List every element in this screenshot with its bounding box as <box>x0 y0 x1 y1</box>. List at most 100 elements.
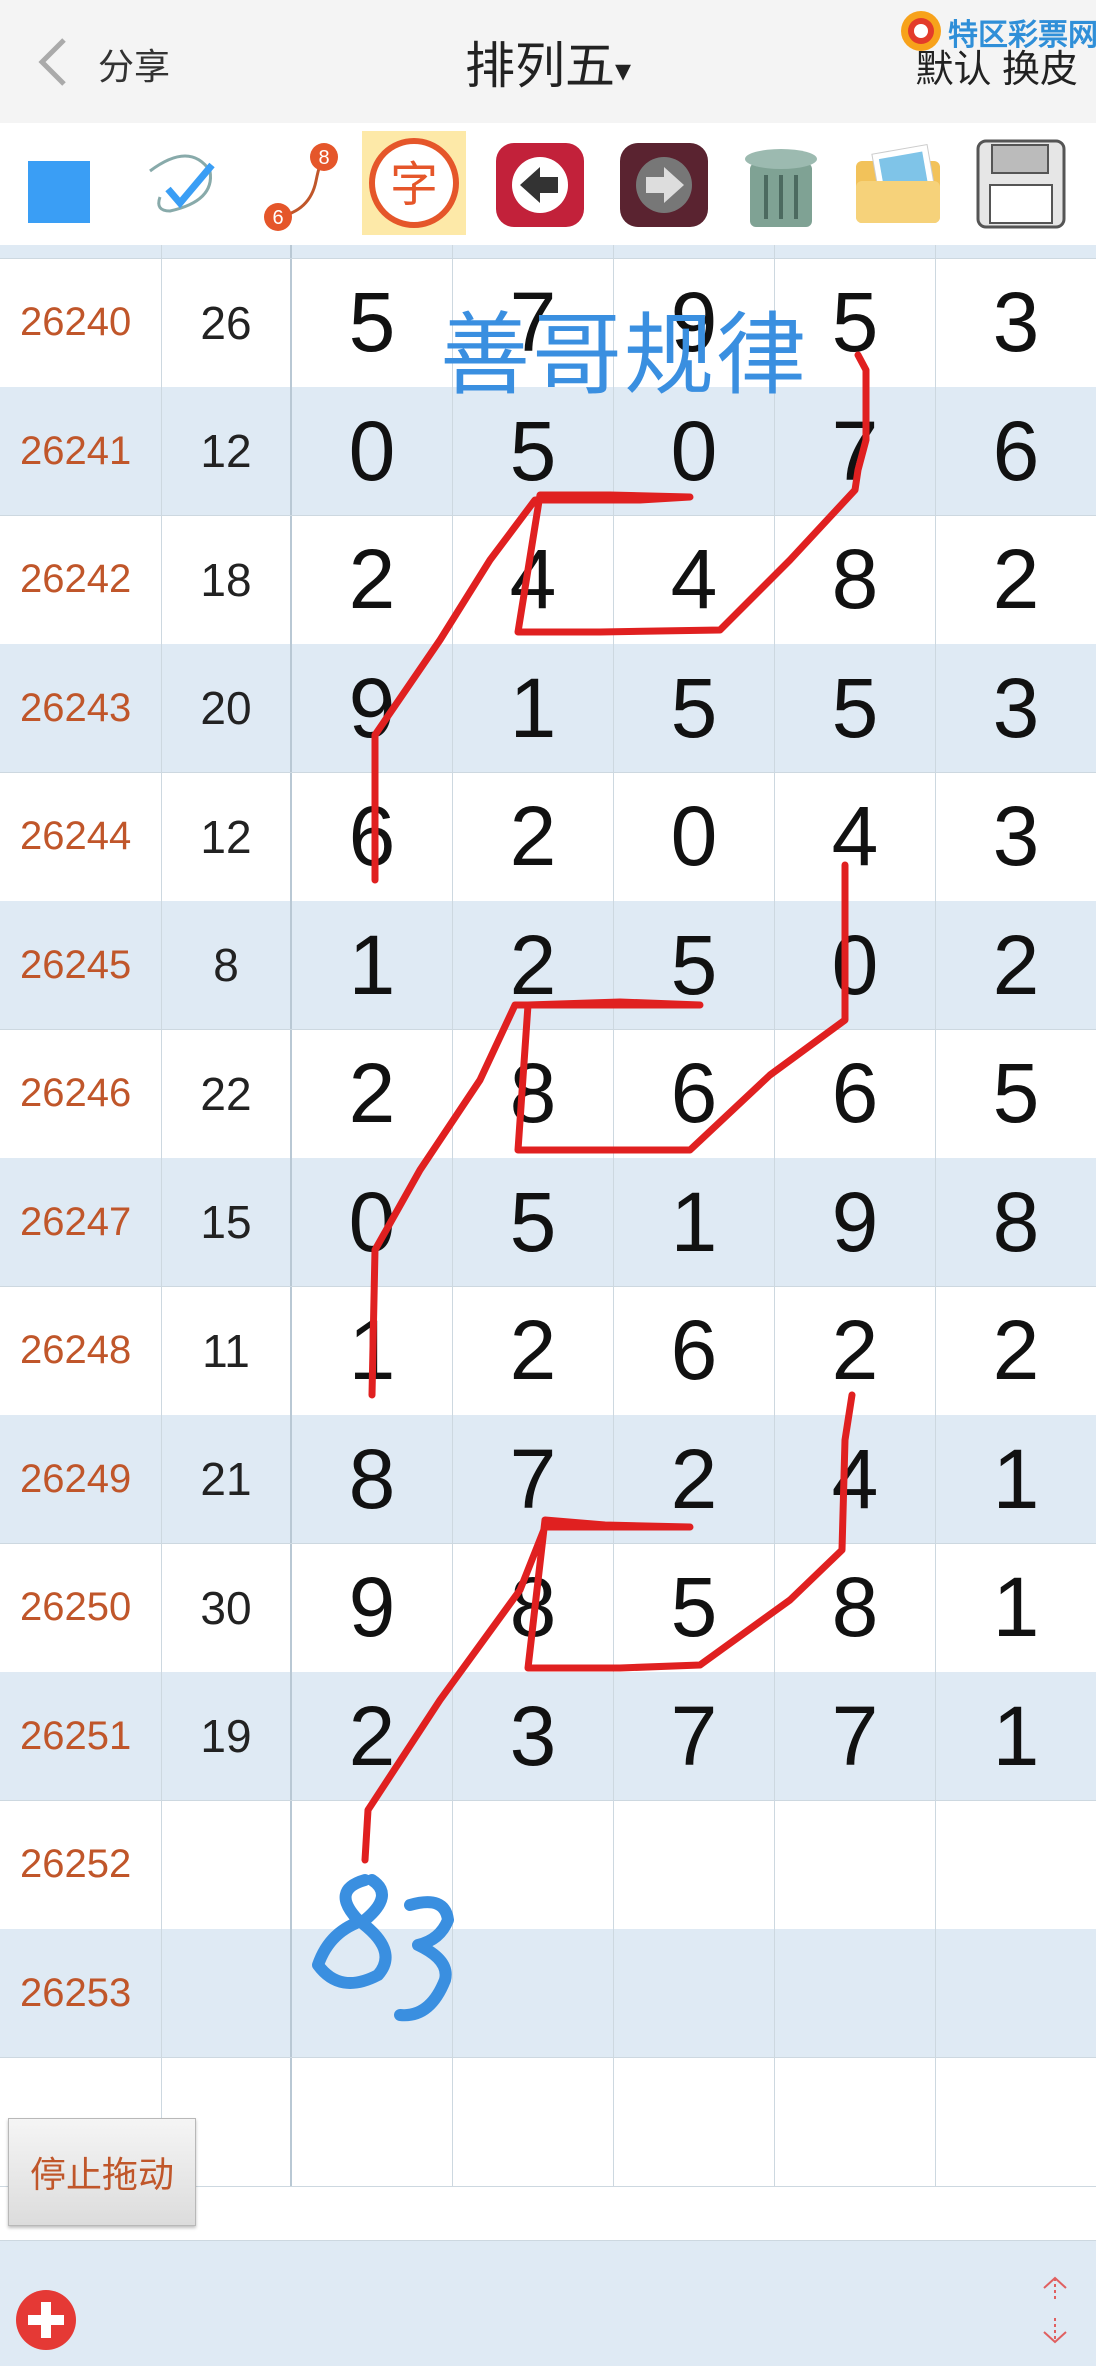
redo-button[interactable] <box>612 131 716 235</box>
color-square-tool[interactable] <box>0 131 104 235</box>
digit-cell-5[interactable]: 5 <box>936 1030 1096 1158</box>
digit-cell-1[interactable] <box>292 1929 453 2057</box>
digit-cell-3[interactable]: 0 <box>614 772 775 901</box>
table-row[interactable]: 26248 11 1 2 6 2 2 <box>0 1286 1096 1419</box>
digit-cell-1[interactable]: 8 <box>292 1415 453 1543</box>
digit-cell-5[interactable]: 1 <box>936 1544 1096 1672</box>
table-row[interactable]: 26252 <box>0 1800 1096 1933</box>
digit-cell-5[interactable]: 2 <box>936 901 1096 1029</box>
digit-cell-1[interactable]: 1 <box>292 901 453 1029</box>
digit-cell-1[interactable]: 6 <box>292 772 453 901</box>
digit-cell-1[interactable]: 0 <box>292 387 453 515</box>
digit-cell-5[interactable]: 3 <box>936 259 1096 387</box>
undo-button[interactable] <box>488 131 592 235</box>
table-row[interactable]: 26250 30 9 8 5 8 1 <box>0 1543 1096 1673</box>
digit-cell-3[interactable]: 0 <box>614 245 775 258</box>
table-row[interactable]: 26253 <box>0 1929 1096 2058</box>
digit-cell-5[interactable] <box>936 1801 1096 1929</box>
results-grid[interactable]: 2623917470612624026579532624112050762624… <box>0 245 1096 2240</box>
digit-cell-1[interactable]: 9 <box>292 1543 453 1672</box>
digit-cell-1[interactable]: 5 <box>292 258 453 387</box>
digit-cell-3[interactable] <box>614 1800 775 1929</box>
digit-cell-1[interactable] <box>292 1800 453 1929</box>
digit-cell-3[interactable]: 5 <box>614 901 775 1029</box>
pen-tool[interactable] <box>130 131 234 235</box>
digit-cell-3[interactable] <box>614 2057 775 2186</box>
clear-button[interactable] <box>728 131 832 235</box>
digit-cell-5[interactable]: 3 <box>936 644 1096 772</box>
digit-cell-5[interactable]: 8 <box>936 1158 1096 1286</box>
digit-cell-4[interactable]: 6 <box>775 245 936 258</box>
digit-cell-4[interactable] <box>775 1929 936 2057</box>
text-tool[interactable]: 字 <box>362 131 466 235</box>
digit-cell-3[interactable] <box>614 1929 775 2057</box>
table-row[interactable]: 26242 18 2 4 4 8 2 <box>0 515 1096 645</box>
digit-cell-3[interactable]: 6 <box>614 1286 775 1415</box>
table-row[interactable]: 26246 22 2 8 6 6 5 <box>0 1029 1096 1159</box>
digit-cell-3[interactable]: 7 <box>614 1672 775 1800</box>
plus-circle-icon[interactable] <box>14 2288 78 2352</box>
digit-cell-4[interactable]: 4 <box>775 1415 936 1543</box>
digit-cell-2[interactable]: 8 <box>453 1543 614 1672</box>
stop-drag-button[interactable]: 停止拖动 <box>8 2118 196 2226</box>
digit-cell-4[interactable]: 2 <box>775 1286 936 1415</box>
digit-cell-4[interactable]: 9 <box>775 1158 936 1286</box>
digit-cell-2[interactable] <box>453 1800 614 1929</box>
digit-cell-1[interactable]: 2 <box>292 1029 453 1158</box>
digit-cell-5[interactable]: 6 <box>936 387 1096 515</box>
digit-cell-4[interactable]: 0 <box>775 901 936 1029</box>
photo-button[interactable] <box>846 131 950 235</box>
digit-cell-5[interactable] <box>936 2058 1096 2186</box>
save-button[interactable] <box>968 131 1072 235</box>
digit-cell-2[interactable]: 2 <box>453 901 614 1029</box>
digit-cell-5[interactable]: 1 <box>936 1415 1096 1543</box>
digit-cell-5[interactable]: 1 <box>936 245 1096 258</box>
digit-cell-2[interactable]: 7 <box>453 1415 614 1543</box>
digit-cell-3[interactable]: 1 <box>614 1158 775 1286</box>
digit-cell-1[interactable]: 9 <box>292 644 453 772</box>
digit-cell-1[interactable]: 2 <box>292 515 453 644</box>
table-row[interactable]: 262391747061 <box>0 245 1096 259</box>
digit-cell-2[interactable] <box>453 2057 614 2186</box>
digit-cell-4[interactable] <box>775 2057 936 2186</box>
digit-cell-1[interactable]: 4 <box>292 245 453 258</box>
digit-cell-4[interactable] <box>775 1800 936 1929</box>
digit-cell-1[interactable]: 2 <box>292 1672 453 1800</box>
digit-cell-2[interactable]: 1 <box>453 644 614 772</box>
table-row[interactable]: 26244 12 6 2 0 4 3 <box>0 772 1096 905</box>
digit-cell-4[interactable]: 4 <box>775 772 936 901</box>
digit-cell-5[interactable]: 2 <box>936 516 1096 644</box>
digit-cell-1[interactable] <box>292 2057 453 2186</box>
digit-cell-2[interactable]: 7 <box>453 245 614 258</box>
digit-cell-2[interactable] <box>453 1929 614 2057</box>
digit-cell-5[interactable]: 1 <box>936 1672 1096 1800</box>
line-tool[interactable]: 6 8 <box>250 131 354 235</box>
digit-cell-4[interactable]: 6 <box>775 1029 936 1158</box>
digit-cell-2[interactable]: 4 <box>453 515 614 644</box>
digit-cell-5[interactable] <box>936 1929 1096 2057</box>
table-row[interactable]: 26243 20 9 1 5 5 3 <box>0 644 1096 773</box>
table-row[interactable]: 26249 21 8 7 2 4 1 <box>0 1415 1096 1544</box>
digit-cell-4[interactable]: 7 <box>775 1672 936 1800</box>
digit-cell-5[interactable]: 2 <box>936 1287 1096 1415</box>
digit-cell-1[interactable]: 1 <box>292 1286 453 1415</box>
digit-cell-3[interactable]: 4 <box>614 515 775 644</box>
digit-cell-2[interactable]: 2 <box>453 1286 614 1415</box>
digit-cell-3[interactable]: 5 <box>614 644 775 772</box>
digit-cell-2[interactable]: 2 <box>453 772 614 901</box>
table-row[interactable]: 26251 19 2 3 7 7 1 <box>0 1672 1096 1801</box>
digit-cell-3[interactable]: 2 <box>614 1415 775 1543</box>
table-row[interactable]: 26247 15 0 5 1 9 8 <box>0 1158 1096 1287</box>
digit-cell-2[interactable]: 3 <box>453 1672 614 1800</box>
table-row[interactable]: 26245 8 1 2 5 0 2 <box>0 901 1096 1030</box>
digit-cell-3[interactable]: 6 <box>614 1029 775 1158</box>
up-down-arrows-icon[interactable] <box>1032 2272 1078 2348</box>
digit-cell-3[interactable]: 5 <box>614 1543 775 1672</box>
skin-button[interactable]: 默认 换皮 <box>915 38 1078 93</box>
digit-cell-4[interactable]: 8 <box>775 515 936 644</box>
digit-cell-2[interactable]: 8 <box>453 1029 614 1158</box>
digit-cell-5[interactable]: 3 <box>936 773 1096 901</box>
digit-cell-1[interactable]: 0 <box>292 1158 453 1286</box>
digit-cell-4[interactable]: 8 <box>775 1543 936 1672</box>
digit-cell-4[interactable]: 5 <box>775 644 936 772</box>
